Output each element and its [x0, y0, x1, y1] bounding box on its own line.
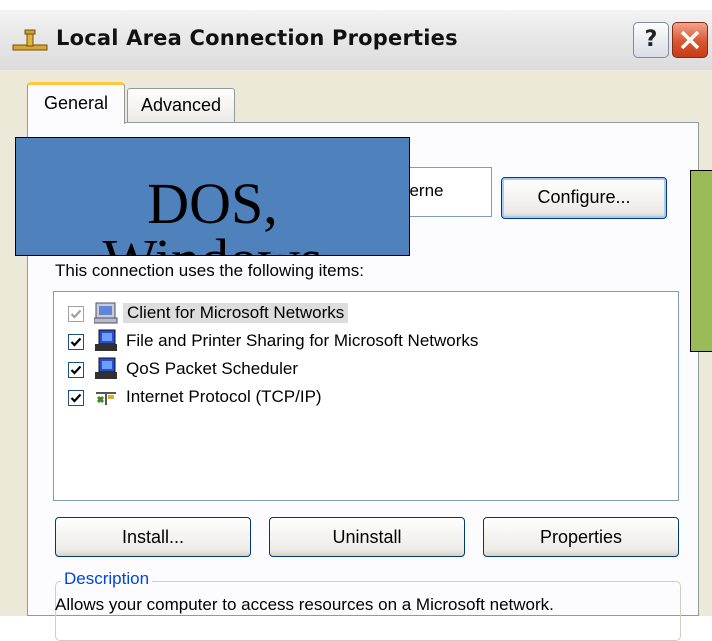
- properties-dialog: Local Area Connection Properties ? Advan…: [0, 10, 712, 641]
- checkmark-icon: [70, 393, 82, 403]
- checkmark-icon: [70, 309, 82, 319]
- item-label: QoS Packet Scheduler: [126, 359, 298, 378]
- protocol-icon: [96, 392, 116, 405]
- green-callout-box: [690, 170, 712, 352]
- network-service-icon: [95, 357, 117, 379]
- item-label: File and Printer Sharing for Microsoft N…: [126, 331, 479, 350]
- checkmark-icon: [70, 365, 82, 375]
- install-button-label: Install...: [121, 527, 185, 547]
- item-checkbox[interactable]: [68, 334, 84, 350]
- properties-button[interactable]: Properties: [483, 517, 679, 557]
- network-client-icon: [94, 302, 118, 324]
- checkmark-icon: [70, 337, 82, 347]
- description-text: Allows your computer to access resources…: [55, 595, 554, 614]
- items-label: This connection uses the following items…: [55, 261, 364, 280]
- configure-button-label: Configure...: [537, 187, 631, 207]
- uninstall-button[interactable]: Uninstall: [269, 517, 465, 557]
- title-bar[interactable]: Local Area Connection Properties ?: [0, 10, 712, 70]
- uninstall-button-label: Uninstall: [332, 527, 402, 547]
- tab-advanced[interactable]: Advanced: [127, 88, 235, 122]
- overlay-line-2: Windows: [16, 228, 409, 256]
- network-connection-icon: [12, 29, 48, 51]
- description-legend: Description: [61, 569, 153, 589]
- item-checkbox[interactable]: [68, 306, 84, 322]
- item-checkbox[interactable]: [68, 362, 84, 378]
- tab-general[interactable]: General: [27, 82, 125, 124]
- network-service-icon: [95, 329, 117, 351]
- configure-button[interactable]: Configure...: [501, 177, 667, 219]
- overlay-callout: DOS, Windows: [15, 137, 410, 256]
- install-button[interactable]: Install...: [55, 517, 251, 557]
- item-checkbox[interactable]: [68, 390, 84, 406]
- close-button[interactable]: [672, 22, 708, 58]
- help-button[interactable]: ?: [633, 22, 669, 58]
- item-label: Internet Protocol (TCP/IP): [126, 387, 322, 406]
- item-label: Client for Microsoft Networks: [123, 303, 349, 323]
- window-title: Local Area Connection Properties: [56, 26, 458, 50]
- close-icon: [680, 30, 700, 50]
- properties-button-label: Properties: [539, 527, 623, 547]
- components-list[interactable]: Client for Microsoft Networks File and P…: [53, 291, 679, 501]
